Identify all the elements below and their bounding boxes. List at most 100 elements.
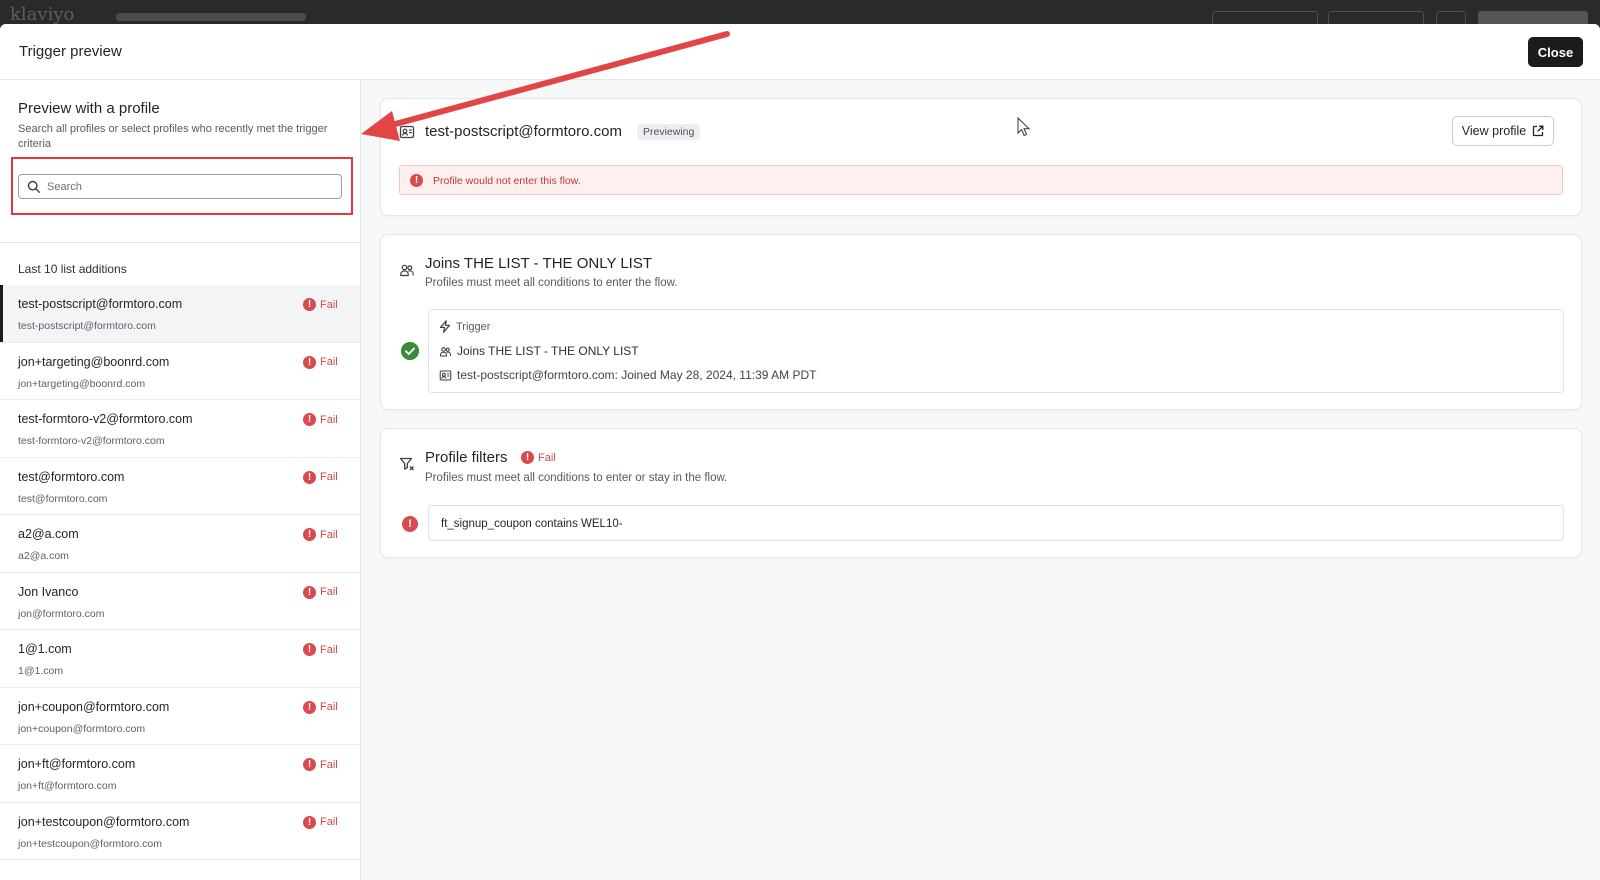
profile-name: Jon Ivanco	[18, 584, 79, 599]
profile-email: jon@formtoro.com	[18, 607, 105, 620]
sidebar-divider	[0, 242, 360, 243]
profile-list-item[interactable]: jon+coupon@formtoro.com jon+coupon@formto…	[0, 688, 360, 745]
profile-email: test-formtoro-v2@formtoro.com	[18, 435, 165, 447]
status-label: Fail	[320, 356, 338, 368]
trigger-label-row: Trigger	[439, 320, 490, 333]
profile-name: jon+testcoupon@formtoro.com	[18, 814, 190, 829]
sidebar-title: Preview with a profile	[18, 100, 160, 117]
status-label: Fail	[320, 701, 338, 713]
profile-list-item[interactable]: 1@1.com 1@1.com ! Fail	[0, 630, 360, 688]
profile-email: test-postscript@formtoro.com	[18, 320, 156, 332]
error-circle-icon: !	[303, 585, 316, 599]
profile-list-item[interactable]: test-formtoro-v2@formtoro.com test-formto…	[0, 400, 360, 458]
modal-title: Trigger preview	[19, 43, 122, 60]
profile-email: jon+coupon@formtoro.com	[18, 722, 146, 735]
status-label: Fail	[320, 298, 338, 311]
profile-card-icon	[399, 125, 415, 139]
search-icon	[27, 180, 40, 193]
profile-name: jon+coupon@formtoro.com	[18, 699, 170, 714]
trigger-preview-modal: Trigger preview Close Preview with a pro…	[0, 24, 1600, 880]
trigger-label: Trigger	[456, 320, 491, 333]
error-circle-icon: !	[303, 700, 316, 714]
background-button	[1212, 11, 1318, 24]
status-label: Fail	[320, 758, 338, 771]
status-label: Fail	[320, 413, 338, 426]
users-icon	[439, 346, 451, 356]
close-button[interactable]: Close	[1528, 37, 1583, 67]
status-badge: ! Fail	[303, 700, 338, 714]
preview-main: test-postscript@formtoro.com Previewing …	[362, 80, 1600, 880]
search-input[interactable]	[47, 177, 337, 196]
alert-text: Profile would not enter this flow.	[433, 175, 581, 187]
trigger-card-title: Joins THE LIST - THE ONLY LIST	[425, 255, 653, 272]
profile-list-item[interactable]: jon+targeting@boonrd.com jon+targeting@bo…	[0, 343, 360, 400]
profile-name: test-formtoro-v2@formtoro.com	[18, 412, 193, 426]
error-circle-icon: !	[303, 298, 316, 311]
profile-list-item[interactable]: jon+testcoupon@formtoro.com jon+testcoupo…	[0, 803, 360, 860]
status-label: Fail	[320, 586, 338, 598]
filter-condition-box: ft_signup_coupon contains WEL10-	[428, 505, 1564, 541]
trigger-event-text: test-postscript@formtoro.com: Joined May…	[457, 368, 817, 382]
profile-email: 1@1.com	[18, 665, 64, 677]
filters-status: ! Fail	[521, 451, 556, 464]
lightning-icon	[439, 320, 451, 333]
error-circle-icon: !	[303, 528, 316, 541]
status-badge: ! Fail	[303, 585, 338, 599]
check-circle-icon	[401, 342, 419, 360]
filter-condition: ft_signup_coupon contains WEL10-	[441, 518, 623, 530]
error-circle-icon: !	[402, 516, 418, 532]
modal-header: Trigger preview Close	[0, 24, 1600, 80]
profile-alert: ! Profile would not enter this flow.	[399, 165, 1563, 195]
error-circle-icon: !	[303, 470, 316, 484]
profile-list-item[interactable]: jon+ft@formtoro.com jon+ft@formtoro.com! F…	[0, 745, 360, 803]
profile-list: test-postscript@formtoro.com test-postscr…	[0, 285, 360, 860]
profile-name: test@formtoro.com	[18, 469, 125, 484]
profile-list-item[interactable]: test@formtoro.com test@formtoro.com! Fail	[0, 458, 360, 515]
profile-email: jon+ft@formtoro.com	[18, 780, 117, 792]
profile-email: test-postscript@formtoro.com	[425, 123, 622, 140]
status-badge: ! Fail	[303, 298, 338, 311]
error-circle-icon: !	[521, 451, 534, 464]
filters-card-subtitle: Profiles must meet all conditions to ent…	[425, 472, 728, 484]
filter-icon	[399, 457, 414, 471]
profile-email: test@formtoro.com	[18, 492, 108, 505]
profile-email: jon+testcoupon@formtoro.com	[18, 837, 163, 850]
profile-card: test-postscript@formtoro.com Previewing …	[380, 98, 1582, 216]
previewing-badge: Previewing	[637, 124, 701, 140]
error-circle-icon: !	[410, 174, 423, 187]
trigger-event-row: test-postscript@formtoro.com: Joined May…	[439, 368, 816, 382]
sidebar-subtitle: Search all profiles or select profiles w…	[18, 123, 328, 150]
status-badge: ! Fail	[303, 815, 338, 829]
status-label: Fail	[320, 528, 338, 541]
external-link-icon	[1533, 125, 1544, 137]
background-breadcrumb	[116, 13, 306, 21]
trigger-list-name: Joins THE LIST - THE ONLY LIST	[457, 344, 639, 358]
status-badge: ! Fail	[303, 643, 338, 656]
profile-sidebar: Preview with a profile Search all profil…	[0, 80, 361, 880]
profile-email: a2@a.com	[18, 550, 69, 562]
mouse-cursor-icon	[1017, 117, 1031, 137]
profile-list-item[interactable]: Jon Ivanco jon@formtoro.com! Fail	[0, 573, 360, 630]
error-circle-icon: !	[303, 643, 316, 656]
view-profile-button[interactable]: View profile	[1452, 116, 1554, 146]
error-circle-icon: !	[303, 758, 316, 771]
profile-list-item[interactable]: a2@a.com a2@a.com! Fail	[0, 515, 360, 573]
profile-name: test-postscript@formtoro.com	[18, 297, 183, 311]
users-icon	[400, 264, 414, 277]
profile-name: jon+targeting@boonrd.com	[18, 354, 170, 369]
status-badge: ! Fail	[303, 528, 338, 541]
search-field[interactable]	[18, 174, 342, 199]
profile-email: jon+targeting@boonrd.com	[18, 377, 146, 390]
profile-list-item[interactable]: test-postscript@formtoro.com test-postscr…	[0, 285, 360, 343]
profile-name: 1@1.com	[18, 642, 72, 656]
status-badge: ! Fail	[303, 470, 338, 484]
status-label: Fail	[320, 471, 338, 483]
status-label: Fail	[320, 816, 338, 828]
background-logo: klaviyo	[10, 4, 75, 25]
error-circle-icon: !	[303, 413, 316, 426]
background-app-bar: klaviyo	[0, 0, 1600, 25]
filters-card-title: Profile filters	[425, 449, 508, 466]
trigger-card-subtitle: Profiles must meet all conditions to ent…	[425, 277, 678, 289]
error-circle-icon: !	[303, 815, 316, 829]
background-button	[1436, 11, 1466, 24]
